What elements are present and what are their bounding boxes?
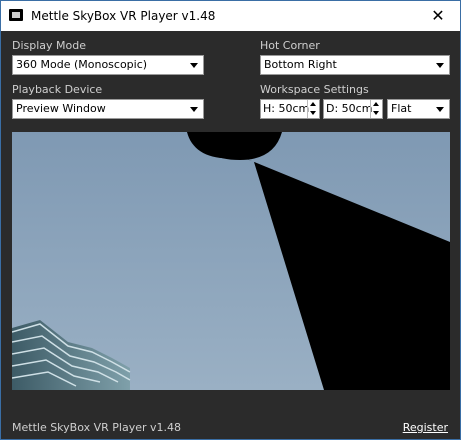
app-icon	[9, 9, 23, 21]
height-value: H: 50cm	[263, 102, 310, 115]
register-link[interactable]: Register	[403, 421, 448, 434]
display-mode-label: Display Mode	[12, 39, 87, 52]
close-button[interactable]: ✕	[416, 1, 460, 31]
hot-corner-select[interactable]: Bottom Right	[260, 55, 450, 75]
workspace-settings-label: Workspace Settings	[260, 83, 369, 96]
depth-value: D: 50cm	[326, 102, 373, 115]
chevron-down-icon	[190, 107, 198, 112]
height-stepper[interactable]: H: 50cm	[260, 99, 320, 119]
chevron-down-icon	[436, 107, 444, 112]
depth-spin-buttons	[370, 100, 382, 118]
height-increment-button[interactable]	[308, 100, 319, 109]
chevron-down-icon	[436, 63, 444, 68]
height-spin-buttons	[307, 100, 319, 118]
workspace-shape-value: Flat	[391, 102, 412, 115]
depth-decrement-button[interactable]	[371, 109, 382, 118]
footer-version-text: Mettle SkyBox VR Player v1.48	[12, 421, 182, 434]
display-mode-value: 360 Mode (Monoscopic)	[16, 58, 148, 71]
height-decrement-button[interactable]	[308, 109, 319, 118]
preview-viewport[interactable]	[12, 132, 450, 390]
title-bar[interactable]: Mettle SkyBox VR Player v1.48 ✕	[1, 1, 460, 31]
preview-scene	[12, 132, 450, 390]
playback-device-select[interactable]: Preview Window	[12, 99, 204, 119]
depth-increment-button[interactable]	[371, 100, 382, 109]
window-title: Mettle SkyBox VR Player v1.48	[31, 9, 216, 23]
depth-stepper[interactable]: D: 50cm	[323, 99, 383, 119]
chevron-down-icon	[190, 63, 198, 68]
close-icon: ✕	[431, 8, 445, 25]
hot-corner-value: Bottom Right	[264, 58, 337, 71]
app-window: Mettle SkyBox VR Player v1.48 ✕ Display …	[0, 0, 461, 440]
playback-device-label: Playback Device	[12, 83, 103, 96]
playback-device-value: Preview Window	[16, 102, 106, 115]
display-mode-select[interactable]: 360 Mode (Monoscopic)	[12, 55, 204, 75]
hot-corner-label: Hot Corner	[260, 39, 320, 52]
workspace-shape-select[interactable]: Flat	[387, 99, 450, 119]
